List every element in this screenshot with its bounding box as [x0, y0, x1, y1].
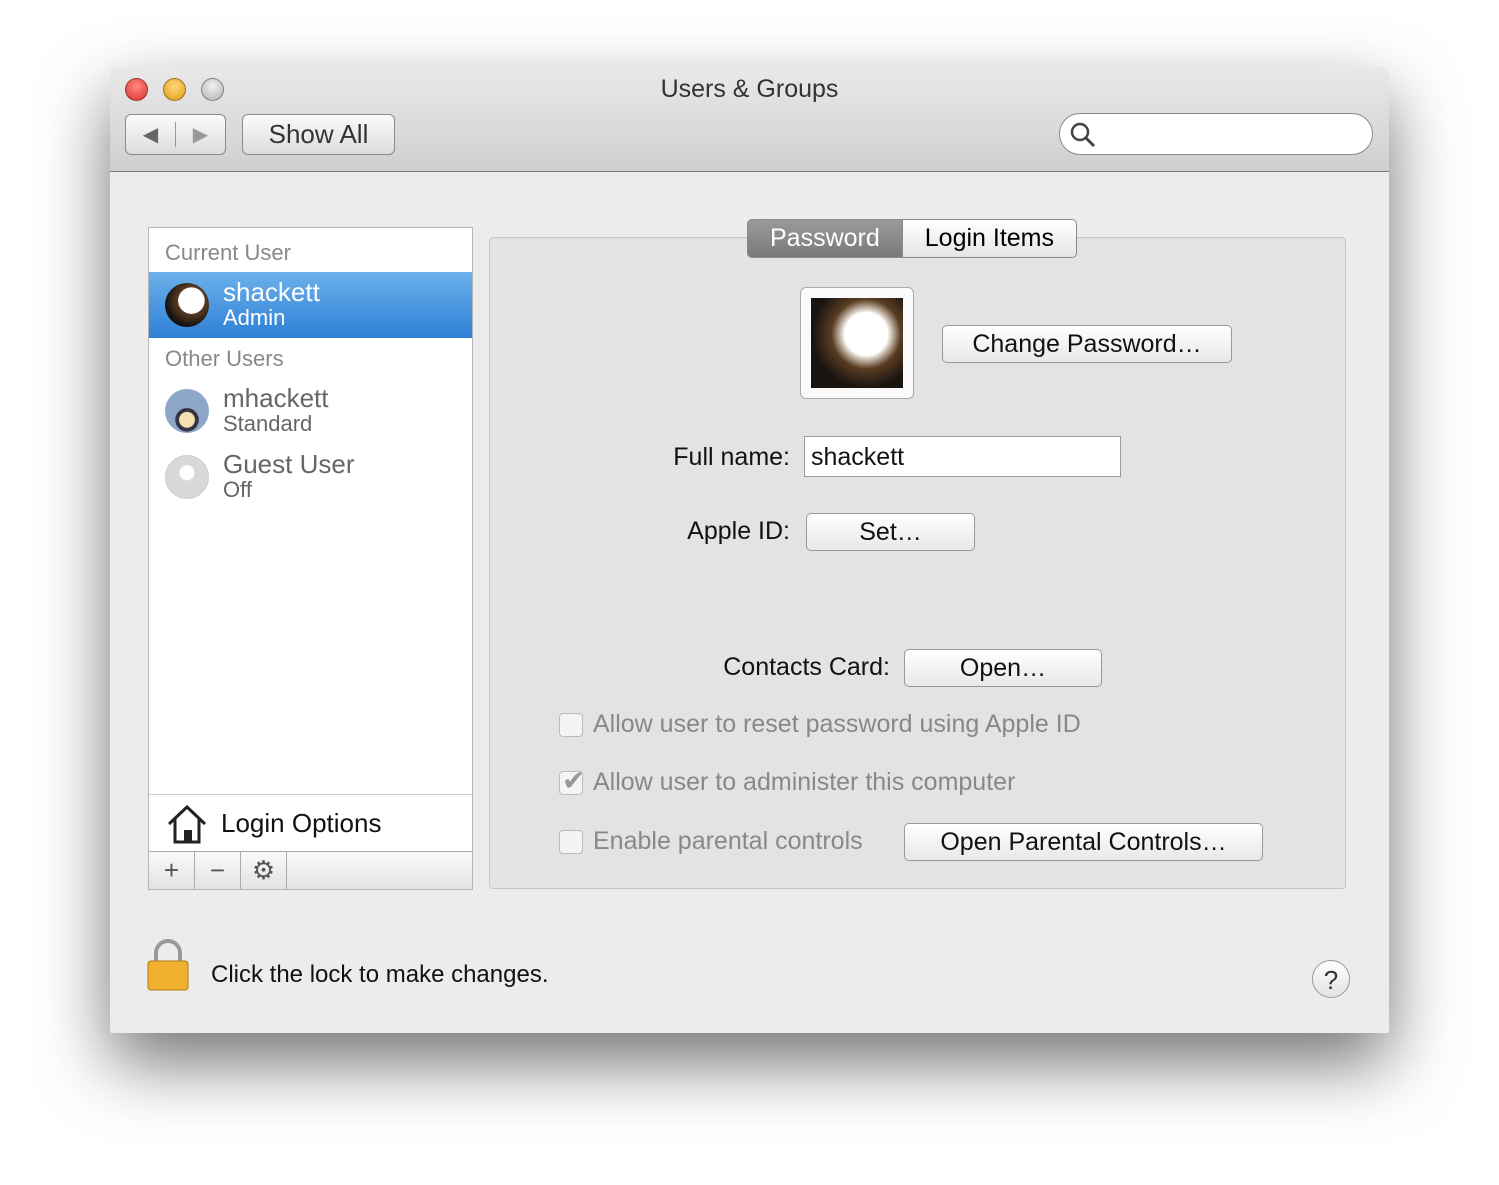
lock-button[interactable] [146, 939, 190, 991]
back-forward-control: ◀ ▶ [125, 114, 226, 155]
contacts-card-label: Contacts Card: [723, 653, 890, 681]
checkbox-box [559, 712, 583, 737]
user-role: Admin [223, 305, 286, 330]
parental-controls-checkbox[interactable]: Enable parental controls [559, 827, 863, 856]
tab-bar: Password Login Items [747, 219, 1078, 258]
checkbox-label: Allow user to reset password using Apple… [593, 710, 1081, 738]
user-role: Standard [223, 411, 313, 436]
lock-message: Click the lock to make changes. [211, 961, 549, 988]
checkbox-label: Enable parental controls [593, 827, 863, 855]
penguin-avatar-icon [165, 389, 209, 433]
user-name: mhackett [223, 383, 329, 413]
open-parental-controls-button[interactable]: Open Parental Controls… [904, 823, 1263, 861]
user-list: Current User shackett Admin Other Users m… [148, 227, 473, 890]
checkbox-label: Allow user to administer this computer [593, 768, 1016, 796]
back-button[interactable]: ◀ [126, 122, 176, 147]
eagle-avatar-icon [165, 283, 209, 327]
change-password-button[interactable]: Change Password… [942, 325, 1232, 363]
user-picture[interactable] [800, 287, 914, 399]
user-shackett[interactable]: shackett Admin [149, 272, 472, 338]
house-icon [167, 804, 207, 843]
login-options-item[interactable]: Login Options [149, 794, 472, 852]
window-title: Users & Groups [660, 75, 839, 103]
user-guest[interactable]: Guest User Off [149, 444, 472, 510]
guest-avatar-icon [165, 455, 209, 499]
eagle-photo-icon [811, 298, 903, 388]
user-mhackett[interactable]: mhackett Standard [149, 378, 472, 444]
show-all-button[interactable]: Show All [242, 114, 395, 155]
reset-password-checkbox[interactable]: Allow user to reset password using Apple… [559, 710, 1081, 739]
apple-id-set-button[interactable]: Set… [806, 513, 975, 551]
users-groups-window: Users & Groups ◀ ▶ Show All Current User… [110, 67, 1389, 1033]
user-name: Guest User [223, 449, 355, 479]
list-action-bar: + − ⚙ [149, 851, 472, 889]
search-input[interactable] [1059, 113, 1373, 155]
other-users-header: Other Users [165, 346, 284, 371]
help-button[interactable]: ? [1312, 960, 1350, 998]
checkbox-box [559, 829, 583, 854]
apple-id-label: Apple ID: [687, 517, 790, 545]
add-user-button[interactable]: + [149, 852, 195, 889]
titlebar: Users & Groups ◀ ▶ Show All [110, 67, 1389, 172]
checkmark-icon: ✔ [559, 765, 585, 796]
tab-login-items[interactable]: Login Items [902, 219, 1078, 258]
user-name: shackett [223, 277, 320, 307]
current-user-header: Current User [165, 240, 291, 265]
full-name-field[interactable]: shackett [804, 436, 1121, 477]
gear-icon[interactable]: ⚙ [241, 852, 287, 889]
remove-user-button[interactable]: − [195, 852, 241, 889]
full-name-label: Full name: [673, 443, 790, 471]
contacts-open-button[interactable]: Open… [904, 649, 1102, 687]
login-options-label: Login Options [221, 808, 382, 838]
search-icon [1070, 122, 1096, 148]
administer-checkbox[interactable]: ✔ Allow user to administer this computer [559, 765, 1016, 797]
lock-icon [147, 939, 189, 991]
tab-password[interactable]: Password [747, 219, 903, 258]
user-role: Off [223, 477, 252, 502]
forward-button[interactable]: ▶ [176, 122, 225, 147]
